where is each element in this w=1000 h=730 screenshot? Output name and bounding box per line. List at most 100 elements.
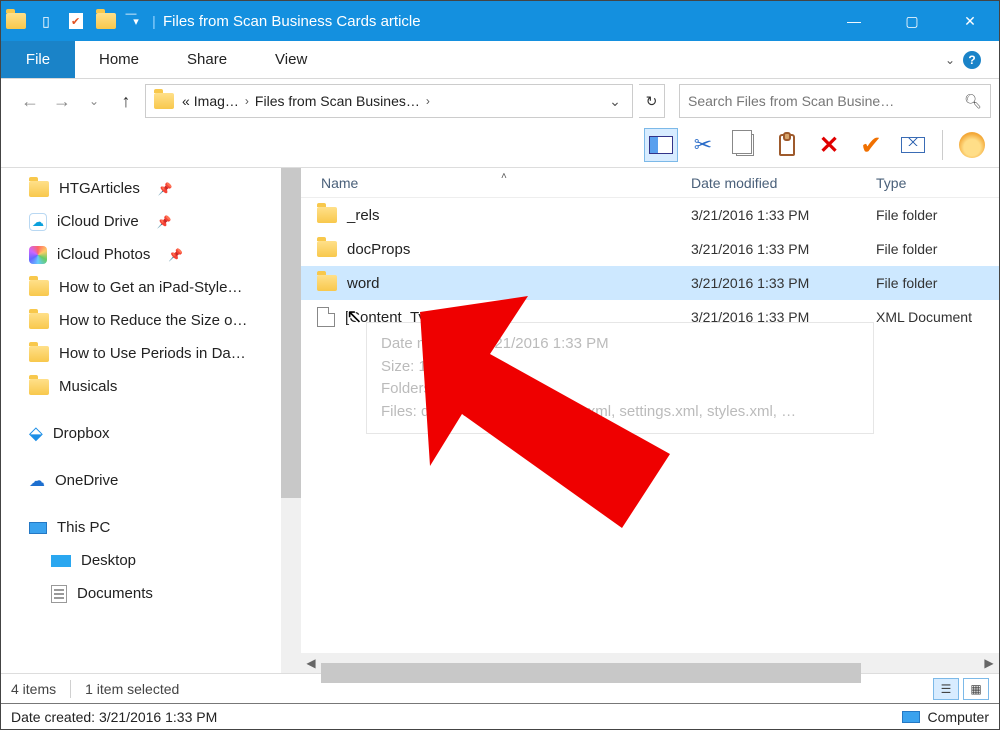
sidebar-item[interactable]: iCloud Photos 📌 — [29, 238, 301, 271]
file-date: 3/21/2016 1:33 PM — [691, 241, 876, 257]
minimize-button[interactable]: — — [825, 1, 883, 41]
new-folder-icon[interactable] — [91, 1, 121, 41]
sidebar-item-label: How to Get an iPad-Style… — [59, 279, 242, 296]
apply-button[interactable]: ✔ — [854, 128, 888, 162]
sidebar-item[interactable]: How to Use Periods in Da… — [29, 337, 301, 370]
separator: | — [151, 1, 157, 41]
file-name: docProps — [347, 241, 410, 258]
refresh-button[interactable]: ↻ — [639, 84, 665, 118]
file-row[interactable]: docProps 3/21/2016 1:33 PMFile folder — [301, 232, 999, 266]
maximize-button[interactable]: ▢ — [883, 1, 941, 41]
address-bar[interactable]: « Imag… › Files from Scan Busines… › ⌄ — [145, 84, 633, 118]
navigation-pane: HTGArticles📌☁iCloud Drive📌 iCloud Photos 📌… — [1, 168, 301, 673]
file-row[interactable]: _rels3/21/2016 1:33 PMFile folder — [301, 198, 999, 232]
tab-view[interactable]: View — [251, 41, 331, 78]
tab-share[interactable]: Share — [163, 41, 251, 78]
separator — [942, 130, 943, 160]
shell-icon[interactable] — [955, 128, 989, 162]
sidebar-item[interactable]: How to Reduce the Size o… — [29, 304, 301, 337]
ribbon-tabs: File Home Share View ⌄ ? — [1, 41, 999, 79]
file-row[interactable]: word3/21/2016 1:33 PMFile folder — [301, 266, 999, 300]
paste-button[interactable] — [770, 128, 804, 162]
footer-date-created: Date created: 3/21/2016 1:33 PM — [11, 709, 217, 725]
sidebar-item[interactable]: Desktop — [29, 544, 301, 577]
column-header-date[interactable]: Date modified — [691, 175, 876, 191]
folder-icon — [29, 313, 49, 329]
search-icon[interactable]: 🔍︎ — [964, 93, 982, 110]
folder-icon — [29, 181, 49, 197]
up-button[interactable]: ↑ — [113, 88, 139, 114]
breadcrumb-item[interactable]: Imag… — [194, 93, 239, 109]
file-name: _rels — [347, 207, 380, 224]
forward-button[interactable]: → — [49, 88, 75, 114]
sort-asc-icon: ˄ — [501, 171, 507, 182]
mail-button[interactable] — [896, 128, 930, 162]
breadcrumb-overflow[interactable]: « — [182, 93, 190, 109]
address-dropdown-icon[interactable]: ⌄ — [602, 84, 628, 118]
footer-computer: Computer — [902, 709, 989, 725]
status-item-count: 4 items — [11, 681, 56, 697]
sidebar-item[interactable]: ☁iCloud Drive📌 — [29, 205, 301, 238]
sidebar-item[interactable]: How to Get an iPad-Style… — [29, 271, 301, 304]
folder-icon — [317, 275, 337, 291]
dropbox-icon: ⬙ — [29, 423, 43, 444]
cut-button[interactable]: ✂ — [686, 128, 720, 162]
window-controls: — ▢ ✕ — [825, 1, 999, 41]
back-button[interactable]: ← — [17, 88, 43, 114]
close-button[interactable]: ✕ — [941, 1, 999, 41]
history-dropdown-icon[interactable]: ⌄ — [81, 88, 107, 114]
icloud-icon: ☁ — [29, 213, 47, 231]
sidebar-item[interactable]: HTGArticles📌 — [29, 172, 301, 205]
pin-icon[interactable]: 📌 — [168, 248, 183, 262]
sidebar-item-label: iCloud Photos — [57, 246, 150, 263]
sidebar-item[interactable]: ⬙ Dropbox — [29, 417, 301, 450]
pin-icon[interactable]: 📌 — [158, 182, 173, 196]
sidebar-item[interactable]: This PC — [29, 511, 301, 544]
horizontal-scrollbar[interactable]: ◀ ▶ — [301, 653, 999, 673]
file-icon — [317, 307, 335, 327]
folder-icon — [1, 1, 31, 41]
folder-icon — [29, 280, 49, 296]
ribbon-right: ⌄ ? — [927, 41, 999, 78]
toggle-preview-pane-button[interactable] — [644, 128, 678, 162]
qat-dropdown-icon[interactable]: ▾— — [121, 1, 151, 41]
sidebar-item[interactable]: Musicals — [29, 370, 301, 403]
column-header-type[interactable]: Type — [876, 175, 999, 191]
scroll-right-icon[interactable]: ▶ — [979, 656, 999, 670]
computer-icon — [902, 711, 920, 723]
folder-icon — [29, 379, 49, 395]
onedrive-icon: ☁ — [29, 471, 45, 491]
pin-icon[interactable]: 📌 — [157, 215, 172, 229]
file-date: 3/21/2016 1:33 PM — [691, 275, 876, 291]
explorer-window: ▯ ✔ ▾— | Files from Scan Business Cards … — [0, 0, 1000, 730]
scroll-left-icon[interactable]: ◀ — [301, 656, 321, 670]
collapse-ribbon-icon[interactable]: ⌄ — [945, 53, 955, 67]
file-type: File folder — [876, 207, 999, 223]
tab-home[interactable]: Home — [75, 41, 163, 78]
sidebar-item-label: OneDrive — [55, 472, 118, 489]
file-type: File folder — [876, 241, 999, 257]
breadcrumb-item[interactable]: Files from Scan Busines… — [255, 93, 420, 109]
chevron-right-icon[interactable]: › — [424, 94, 432, 108]
properties-icon[interactable]: ✔ — [61, 1, 91, 41]
view-large-icons-button[interactable]: ▦ — [963, 678, 989, 700]
photos-icon — [29, 246, 47, 264]
delete-button[interactable]: ✕ — [812, 128, 846, 162]
copy-button[interactable] — [728, 128, 762, 162]
folder-icon — [154, 93, 174, 109]
sidebar-item-label: Dropbox — [53, 425, 110, 442]
sidebar-item[interactable]: ☁ OneDrive — [29, 464, 301, 497]
file-tab[interactable]: File — [1, 41, 75, 78]
help-icon[interactable]: ? — [963, 51, 981, 69]
sidebar-item[interactable]: Documents — [29, 577, 301, 610]
column-headers: ˄Name Date modified Type — [301, 168, 999, 198]
sidebar-item-label: How to Reduce the Size o… — [59, 312, 247, 329]
document-icon[interactable]: ▯ — [31, 1, 61, 41]
view-details-button[interactable]: ☰ — [933, 678, 959, 700]
chevron-right-icon[interactable]: › — [243, 94, 251, 108]
details-footer: Date created: 3/21/2016 1:33 PM Computer — [1, 703, 999, 729]
sidebar-item-label: Musicals — [59, 378, 117, 395]
search-input[interactable]: Search Files from Scan Busine… 🔍︎ — [679, 84, 991, 118]
column-header-name[interactable]: ˄Name — [311, 175, 691, 191]
sidebar-scrollbar[interactable] — [281, 168, 301, 673]
